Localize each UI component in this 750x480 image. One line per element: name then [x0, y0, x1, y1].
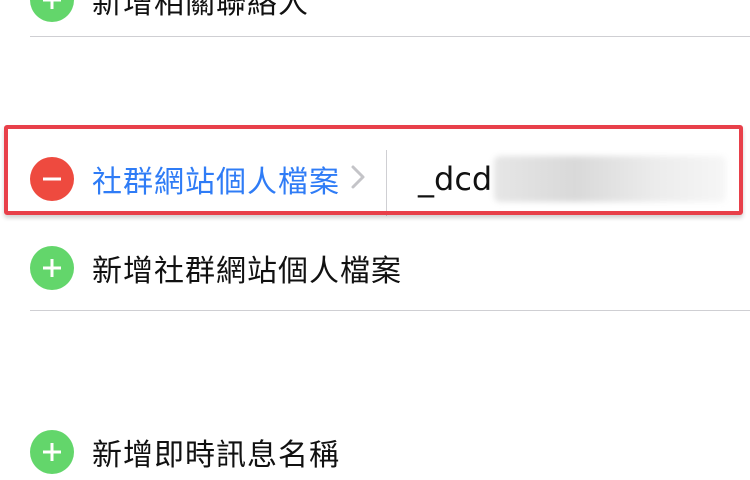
add-instant-message-label: 新增即時訊息名稱 — [92, 438, 340, 473]
social-profile-type-label[interactable]: 社群網站個人檔案 — [92, 157, 340, 201]
social-profile-value[interactable]: _dcd — [418, 160, 492, 198]
plus-circle-icon[interactable] — [30, 0, 74, 22]
add-social-profile-label: 新增社群網站個人檔案 — [92, 254, 402, 289]
plus-circle-icon[interactable] — [30, 430, 74, 474]
vertical-divider — [386, 150, 387, 216]
redacted-text-blur — [494, 156, 726, 202]
minus-circle-icon[interactable] — [30, 157, 74, 201]
plus-circle-icon[interactable] — [30, 246, 74, 290]
separator — [30, 36, 750, 37]
add-related-contact-label: 新增相關聯絡人 — [92, 0, 309, 21]
contact-edit-screen: 新增相關聯絡人 社群網站個人檔案 _dcd 新增社群網站個人檔案 新增即時訊息名… — [0, 0, 750, 480]
add-related-contact-row[interactable]: 新增相關聯絡人 — [0, 0, 750, 22]
add-social-profile-row[interactable]: 新增社群網站個人檔案 — [0, 246, 750, 290]
chevron-right-icon[interactable] — [350, 164, 366, 194]
add-instant-message-row[interactable]: 新增即時訊息名稱 — [0, 430, 750, 474]
separator — [30, 310, 750, 311]
